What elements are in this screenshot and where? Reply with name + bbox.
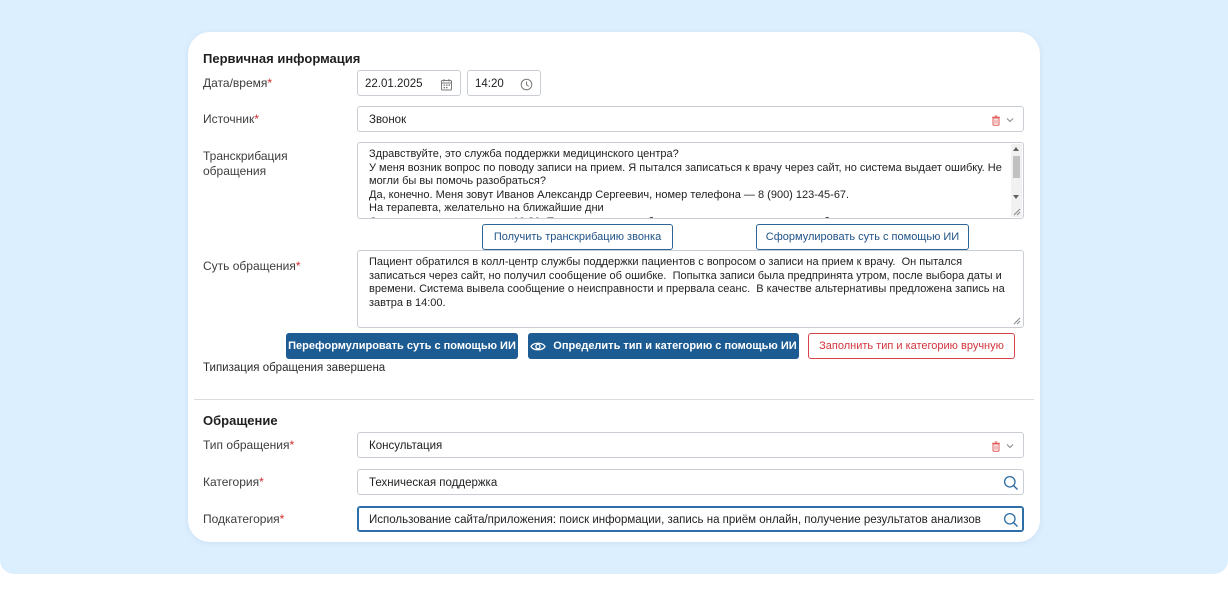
transcription-textarea[interactable]: Здравствуйте, это служба поддержки медиц… (357, 142, 1024, 219)
fill-manually-button[interactable]: Заполнить тип и категорию вручную (808, 333, 1015, 359)
appeal-type-select[interactable]: Консультация (357, 432, 1024, 458)
category-input[interactable]: Техническая поддержка (357, 469, 1024, 495)
appeal-form-card: Первичная информация Дата/время* 22.01.2… (188, 32, 1040, 542)
chevron-down-icon[interactable] (1006, 107, 1014, 133)
source-label: Источник* (203, 112, 259, 126)
required-mark: * (254, 112, 259, 126)
required-mark: * (295, 259, 301, 273)
required-mark: * (279, 512, 285, 526)
chevron-down-icon[interactable] (1006, 433, 1014, 459)
essence-label: Суть обращения* (203, 259, 301, 273)
section-divider (194, 399, 1034, 400)
eye-icon (530, 342, 547, 350)
category-label: Категория* (203, 475, 264, 489)
date-input[interactable]: 22.01.2025 (357, 70, 461, 96)
search-icon[interactable] (1003, 470, 1019, 496)
typing-status-text: Типизация обращения завершена (203, 362, 386, 374)
required-mark: * (267, 76, 273, 90)
essence-textarea[interactable]: Пациент обратился в колл-центр службы по… (357, 250, 1024, 328)
subcategory-label: Подкатегория* (203, 512, 285, 526)
transcription-scrollbar[interactable] (1011, 144, 1022, 217)
clock-icon[interactable] (520, 71, 533, 97)
appeal-type-label: Тип обращения* (203, 438, 295, 452)
calendar-icon[interactable] (440, 71, 453, 97)
detect-type-ai-button[interactable]: Определить тип и категорию с помощью ИИ (528, 333, 799, 359)
scroll-up-arrow-icon[interactable] (1013, 147, 1019, 151)
required-mark: * (259, 475, 264, 489)
get-transcription-button[interactable]: Получить транскрибацию звонка (482, 224, 673, 250)
section-title-appeal: Обращение (203, 413, 278, 428)
resize-handle-icon[interactable] (1013, 208, 1021, 216)
section-title-primary: Первичная информация (203, 51, 361, 66)
required-mark: * (289, 438, 295, 452)
trash-icon[interactable] (991, 107, 1001, 133)
transcription-label: Транскрибация обращения (203, 149, 288, 178)
datetime-label: Дата/время* (203, 76, 273, 90)
form-essence-ai-button[interactable]: Сформулировать суть с помощью ИИ (756, 224, 969, 250)
search-icon[interactable] (1003, 507, 1019, 533)
source-select[interactable]: Звонок (357, 106, 1024, 132)
time-input[interactable]: 14:20 (467, 70, 541, 96)
resize-handle-icon[interactable] (1013, 317, 1021, 325)
rephrase-ai-button[interactable]: Переформулировать суть с помощью ИИ (286, 333, 518, 359)
subcategory-input[interactable]: Использование сайта/приложения: поиск ин… (357, 506, 1024, 532)
scroll-thumb[interactable] (1013, 156, 1020, 178)
scroll-down-arrow-icon[interactable] (1013, 195, 1019, 199)
trash-icon[interactable] (991, 433, 1001, 459)
